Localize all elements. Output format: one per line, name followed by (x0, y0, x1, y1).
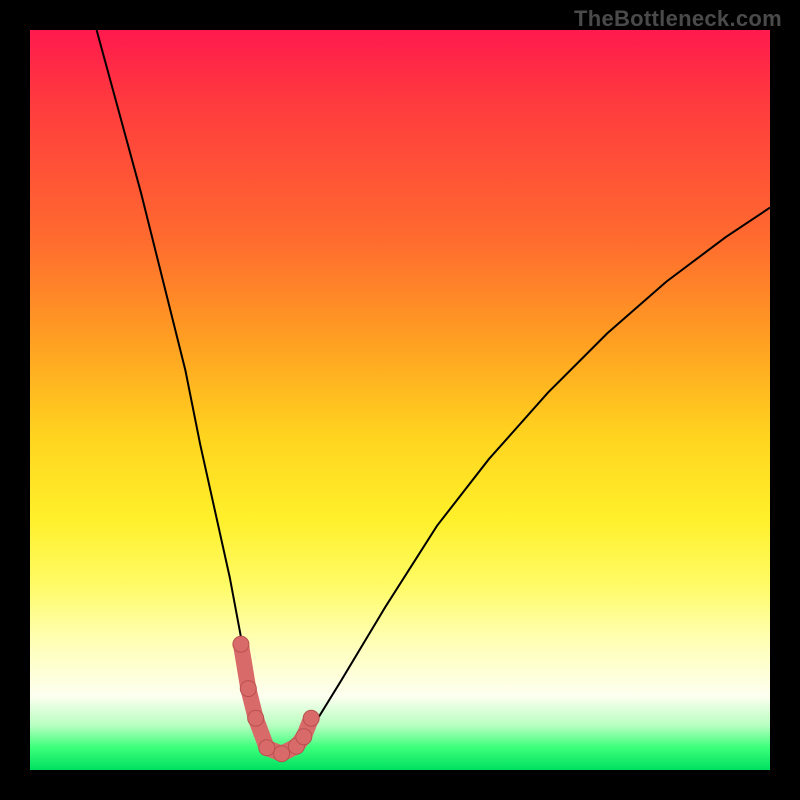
marker-dot (248, 710, 264, 726)
marker-dot (233, 636, 249, 652)
chart-root: TheBottleneck.com (0, 0, 800, 800)
plot-area (30, 30, 770, 770)
marker-dot (303, 710, 319, 726)
marker-dot (274, 746, 290, 762)
branding-label: TheBottleneck.com (574, 6, 782, 32)
marker-group (233, 636, 319, 762)
marker-dot (240, 681, 256, 697)
curve-group (97, 30, 770, 755)
bottleneck-curve (97, 30, 770, 755)
marker-dot (296, 729, 312, 745)
marker-dot (259, 740, 275, 756)
chart-svg (30, 30, 770, 770)
